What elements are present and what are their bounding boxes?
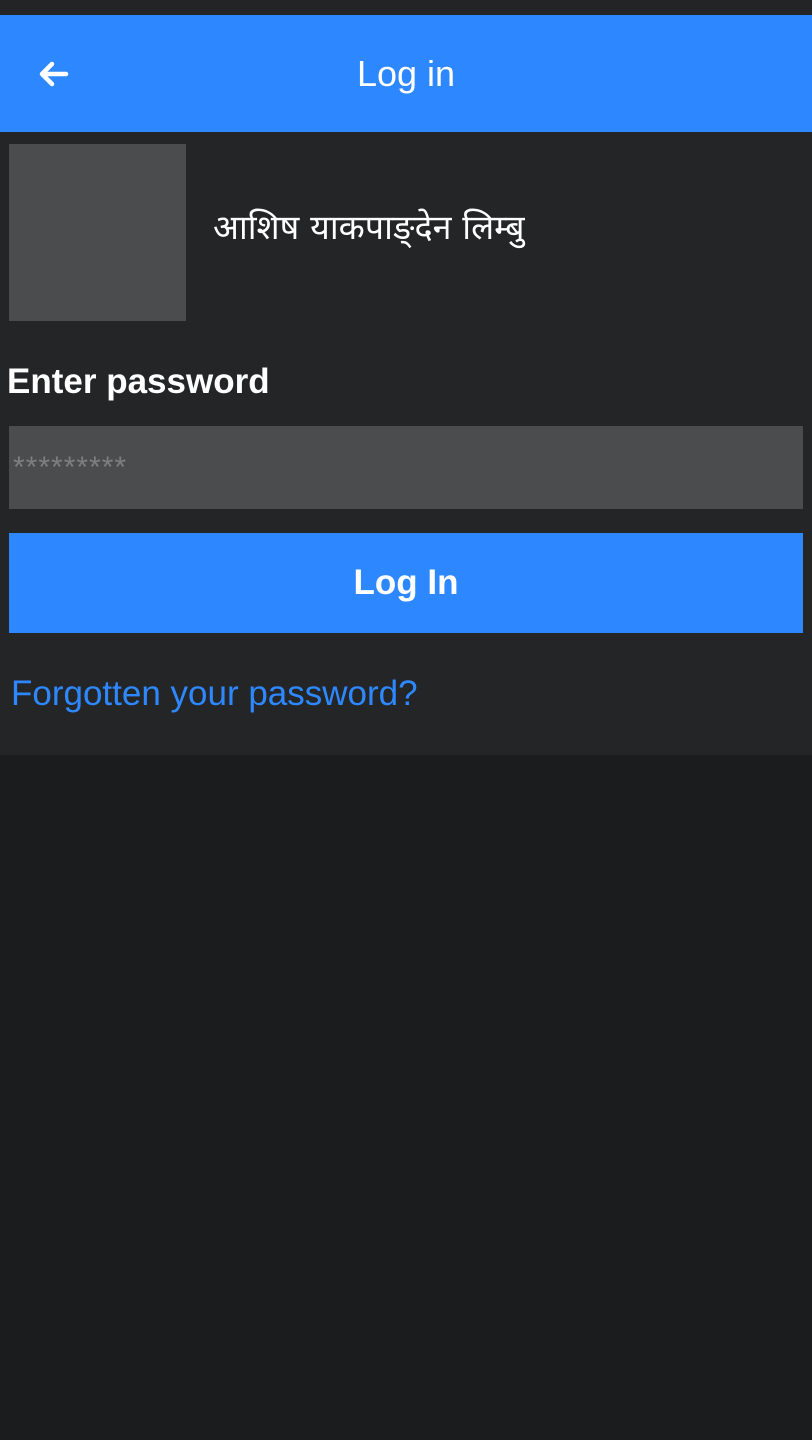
status-bar — [0, 0, 812, 15]
arrow-left-icon — [39, 61, 69, 87]
password-field[interactable] — [9, 426, 803, 509]
app-bar: Log in — [0, 15, 812, 132]
login-panel: आशिष याकपाङ्देन लिम्बु Enter password Lo… — [0, 132, 812, 755]
login-button[interactable]: Log In — [9, 533, 803, 633]
back-button[interactable] — [28, 53, 80, 95]
account-name: आशिष याकपाङ्देन लिम्बु — [213, 208, 525, 248]
password-label: Enter password — [7, 362, 270, 401]
page-title: Log in — [356, 53, 456, 94]
forgot-password-link[interactable]: Forgotten your password? — [11, 672, 418, 716]
avatar — [9, 144, 186, 321]
